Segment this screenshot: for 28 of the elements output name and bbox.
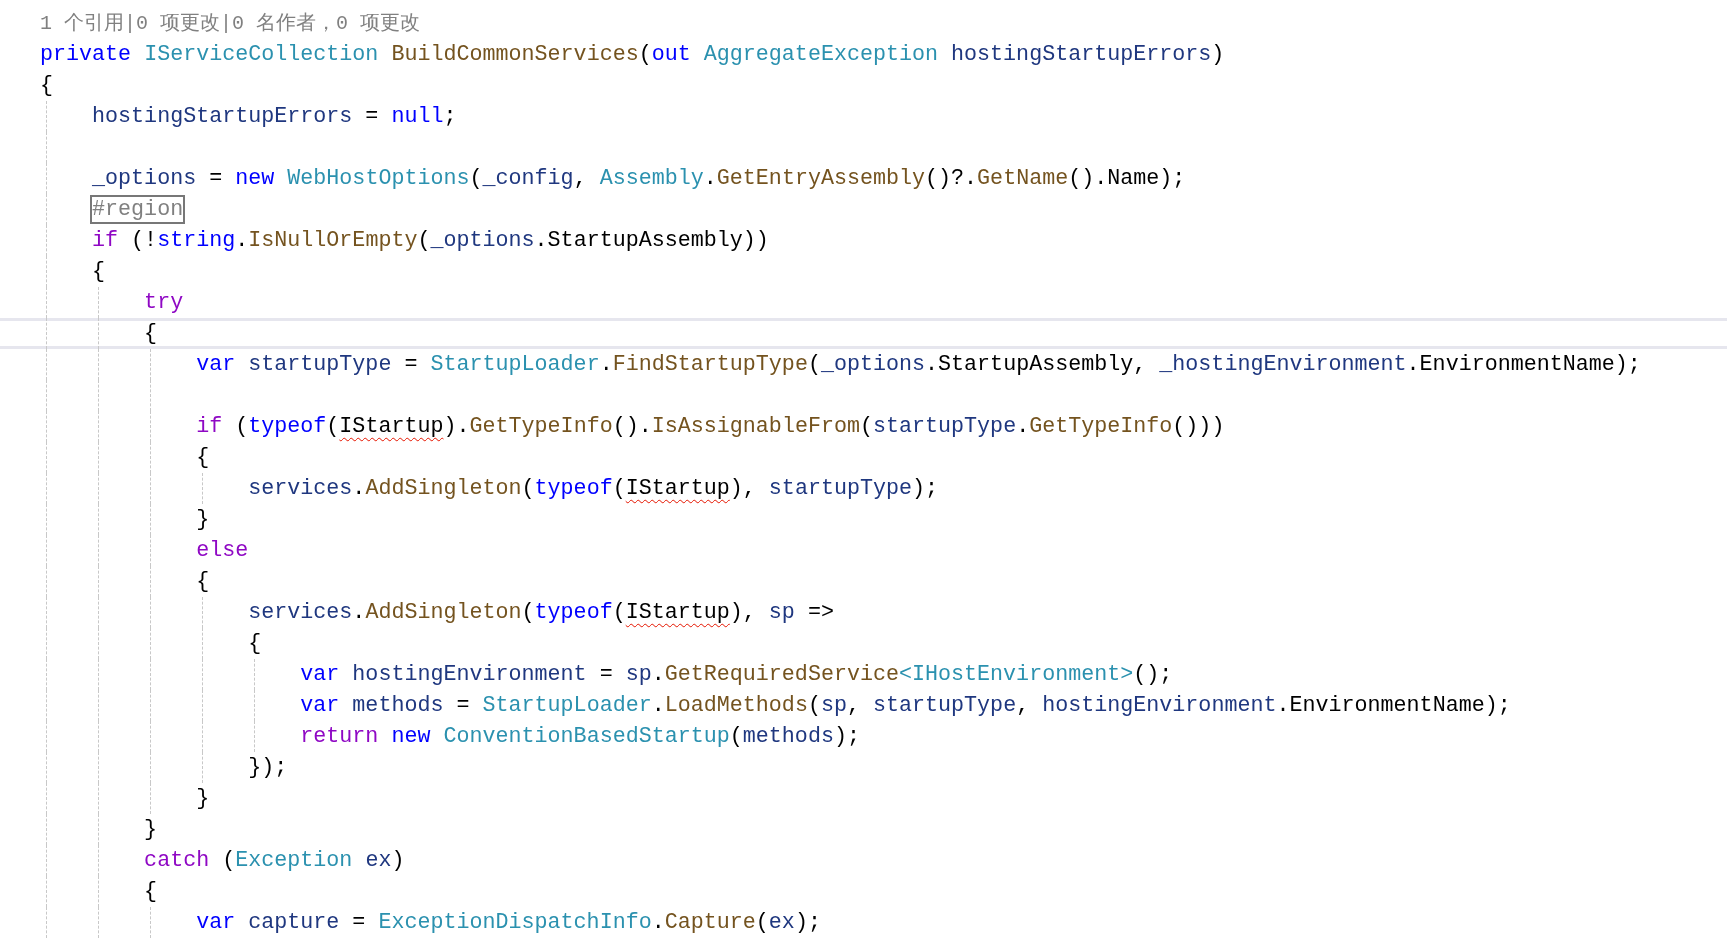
code-line: hostingStartupErrors = null; xyxy=(91,103,457,131)
code-line: { xyxy=(40,72,53,100)
code-line: { xyxy=(143,320,158,348)
code-line: } xyxy=(143,816,158,844)
code-line: _options = new WebHostOptions(_config, Assembly.GetEntryAssembly()?.GetName().Name); xyxy=(91,165,1186,193)
code-line: { xyxy=(247,630,262,658)
code-line: var hostingEnvironment = sp.GetRequiredService<IHostEnvironment>(); xyxy=(299,661,1173,689)
code-line: else xyxy=(195,537,249,565)
code-line: if (!string.IsNullOrEmpty(_options.StartupAssembly)) xyxy=(91,227,769,255)
code-line: { xyxy=(195,444,210,472)
code-line: private IServiceCollection BuildCommonServices(out AggregateException hostingStartupErrors) xyxy=(40,41,1225,69)
code-line: { xyxy=(143,878,158,906)
code-line: return new ConventionBasedStartup(methods); xyxy=(299,723,860,751)
code-line: var capture = ExceptionDispatchInfo.Capture(ex); xyxy=(195,909,821,937)
code-line: } xyxy=(195,506,210,534)
code-line: var methods = StartupLoader.LoadMethods(sp, startupType, hostingEnvironment.EnvironmentName); xyxy=(299,692,1511,720)
code-line: { xyxy=(91,258,106,286)
code-line: try xyxy=(143,289,184,317)
code-line: var startupType = StartupLoader.FindStartupType(_options.StartupAssembly, _hostingEnvironment.EnvironmentName); xyxy=(195,351,1641,379)
code-line: } xyxy=(195,785,210,813)
code-line: catch (Exception ex) xyxy=(143,847,405,875)
code-line: services.AddSingleton(typeof(IStartup), startupType); xyxy=(247,475,939,503)
codelens-text[interactable]: 1 个引用|0 项更改|0 名作者，0 项更改 xyxy=(40,8,421,39)
code-line: }); xyxy=(247,754,288,782)
code-line: { xyxy=(195,568,210,596)
code-line: if (typeof(IStartup).GetTypeInfo().IsAssignableFrom(startupType.GetTypeInfo())) xyxy=(195,413,1225,441)
code-line: #region xyxy=(91,196,184,224)
code-line: services.AddSingleton(typeof(IStartup), sp => xyxy=(247,599,834,627)
